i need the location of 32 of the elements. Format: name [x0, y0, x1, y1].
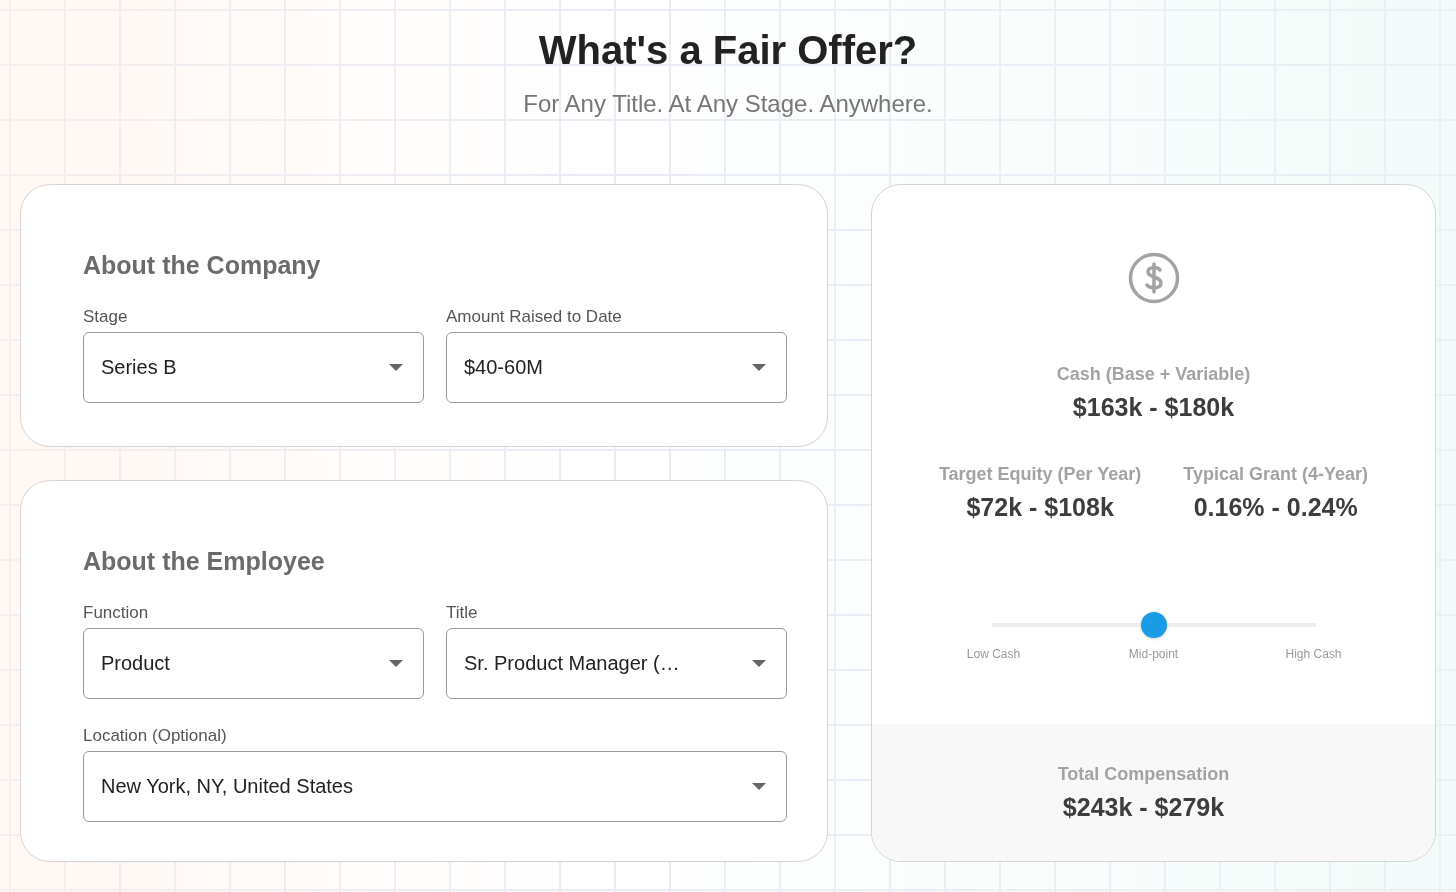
caret-icon — [752, 783, 766, 790]
stat-label: Cash (Base + Variable) — [1056, 364, 1251, 385]
select-field[interactable]: Series B — [83, 332, 424, 403]
caret-icon — [752, 660, 766, 667]
section-heading: About the Company — [83, 251, 322, 280]
caret-icon — [752, 364, 766, 371]
stat-label: Typical Grant (4-Year) — [1183, 464, 1369, 485]
section-heading: About the Employee — [83, 547, 326, 576]
stat-label: Target Equity (Per Year) — [938, 464, 1142, 485]
slider-label: High Cash — [1284, 647, 1343, 661]
select-field[interactable]: Sr. Product Manager (… — [446, 628, 787, 699]
stat-label: Total Compensation — [1057, 763, 1230, 785]
stat-value: 0.16% - 0.24% — [1193, 493, 1358, 522]
slider-thumb[interactable] — [1140, 612, 1167, 638]
slider-label: Mid-point — [1127, 647, 1180, 661]
field-label: Function — [83, 602, 149, 624]
select-field[interactable]: Product — [83, 628, 424, 699]
field-label: Amount Raised to Date — [446, 306, 622, 328]
stat-value: $72k - $108k — [966, 493, 1114, 522]
field-label: Stage — [83, 306, 128, 328]
stat-value: $163k - $180k — [1072, 393, 1235, 422]
select-field[interactable]: New York, NY, United States — [83, 751, 787, 822]
page-title: What's a Fair Offer? — [538, 28, 918, 72]
slider-label: Low Cash — [965, 647, 1022, 661]
field-label: Title — [446, 602, 478, 624]
stat-value: $243k - $279k — [1062, 792, 1225, 822]
caret-icon — [389, 660, 403, 667]
caret-icon — [389, 364, 403, 371]
select-field[interactable]: $40-60M — [446, 332, 787, 403]
field-label: Location (Optional) — [83, 725, 227, 747]
page-subtitle: For Any Title. At Any Stage. Anywhere. — [523, 90, 933, 118]
dollar-icon — [1127, 252, 1180, 304]
